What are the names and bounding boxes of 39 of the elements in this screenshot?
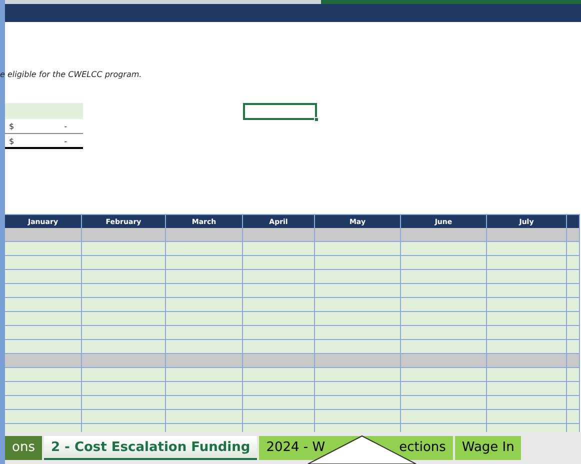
table-cell [567,312,580,326]
currency-symbol: $ [9,136,14,147]
table-cell [567,284,580,298]
table-cell [243,340,315,354]
table-cell [567,256,580,270]
table-cell [243,382,315,396]
table-cell [243,256,315,270]
amount-value: - [64,121,67,133]
table-cell [243,396,315,410]
note-text: e eligible for the CWELCC program. [0,69,143,81]
table-cell [243,354,315,368]
sheet-tab[interactable]: 2 - Cost Escalation Funding [44,436,258,460]
table-cell [567,270,580,284]
currency-symbol: $ [9,121,14,133]
table-cell [243,410,315,424]
amount-value: - [64,136,67,147]
table-cell [567,340,580,354]
fill-handle [314,117,319,122]
table-cell [567,410,580,424]
table-cell [567,368,580,382]
table-cell [567,242,580,256]
column-header [567,214,580,228]
sheet-tab[interactable]: Wage In [454,436,522,460]
table-cell [243,270,315,284]
table-cell [243,298,315,312]
table-cell [567,382,580,396]
table-cell [243,228,315,242]
table-cell [243,312,315,326]
table-cell [243,326,315,340]
table-cell [243,284,315,298]
table-cell [567,298,580,312]
selected-cell[interactable] [243,103,317,120]
table-cell [567,326,580,340]
table-cell [567,228,580,242]
table-cell [567,396,580,410]
table-cell [243,242,315,256]
table-cell [567,354,580,368]
sheet-tab[interactable]: ons [5,436,42,460]
table-cell [243,368,315,382]
